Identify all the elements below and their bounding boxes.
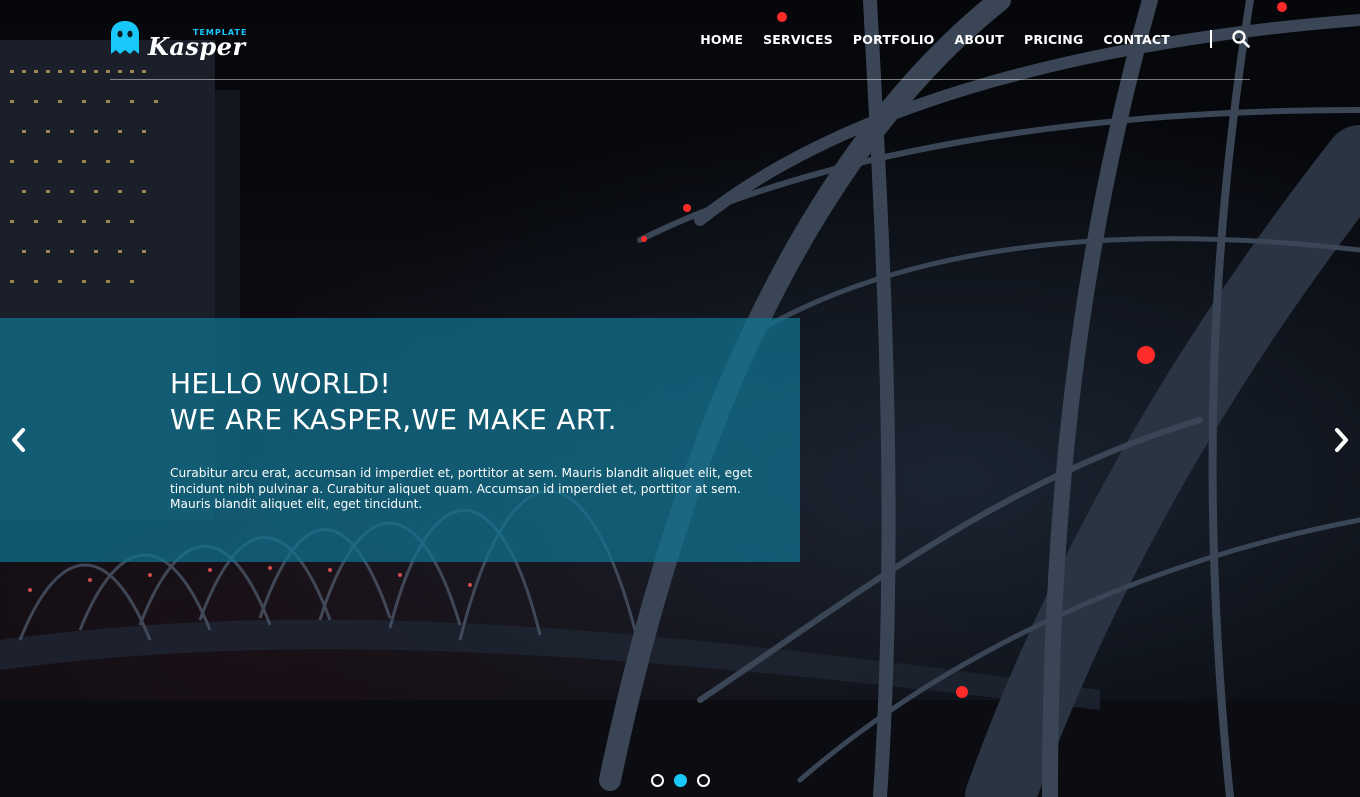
hero-heading-line-1: HELLO WORLD! (170, 367, 392, 400)
slider-bullet-3[interactable] (697, 774, 710, 787)
logo-text: Kasper (148, 32, 246, 61)
ghost-logo-icon (111, 21, 139, 54)
nav-item-about[interactable]: ABOUT (945, 32, 1015, 47)
logo[interactable]: TEMPLATE Kasper (110, 20, 246, 64)
nav-item-pricing[interactable]: PRICING (1014, 32, 1093, 47)
hero-heading: HELLO WORLD! WE ARE KASPER,WE MAKE ART. (170, 366, 617, 438)
slider-bullet-1[interactable] (651, 774, 664, 787)
hero-section: TEMPLATE Kasper HOME SERVICES PORTFOLIO … (0, 0, 1360, 797)
hero-heading-line-2: WE ARE KASPER,WE MAKE ART. (170, 403, 617, 436)
nav-item-contact[interactable]: CONTACT (1093, 32, 1180, 47)
nav-item-services[interactable]: SERVICES (753, 32, 843, 47)
site-header: TEMPLATE Kasper HOME SERVICES PORTFOLIO … (110, 18, 1250, 80)
chevron-left-icon[interactable] (9, 427, 29, 453)
slider-bullet-2[interactable] (674, 774, 687, 787)
nav-divider (1210, 30, 1212, 48)
nav-item-home[interactable]: HOME (690, 32, 753, 47)
main-nav: HOME SERVICES PORTFOLIO ABOUT PRICING CO… (690, 32, 1180, 47)
nav-item-portfolio[interactable]: PORTFOLIO (843, 32, 945, 47)
slider-bullets (651, 774, 710, 787)
chevron-right-icon[interactable] (1331, 427, 1351, 453)
hero-paragraph: Curabitur arcu erat, accumsan id imperdi… (170, 466, 753, 511)
hero-content-box: HELLO WORLD! WE ARE KASPER,WE MAKE ART. … (0, 318, 800, 562)
search-icon[interactable] (1232, 30, 1250, 48)
